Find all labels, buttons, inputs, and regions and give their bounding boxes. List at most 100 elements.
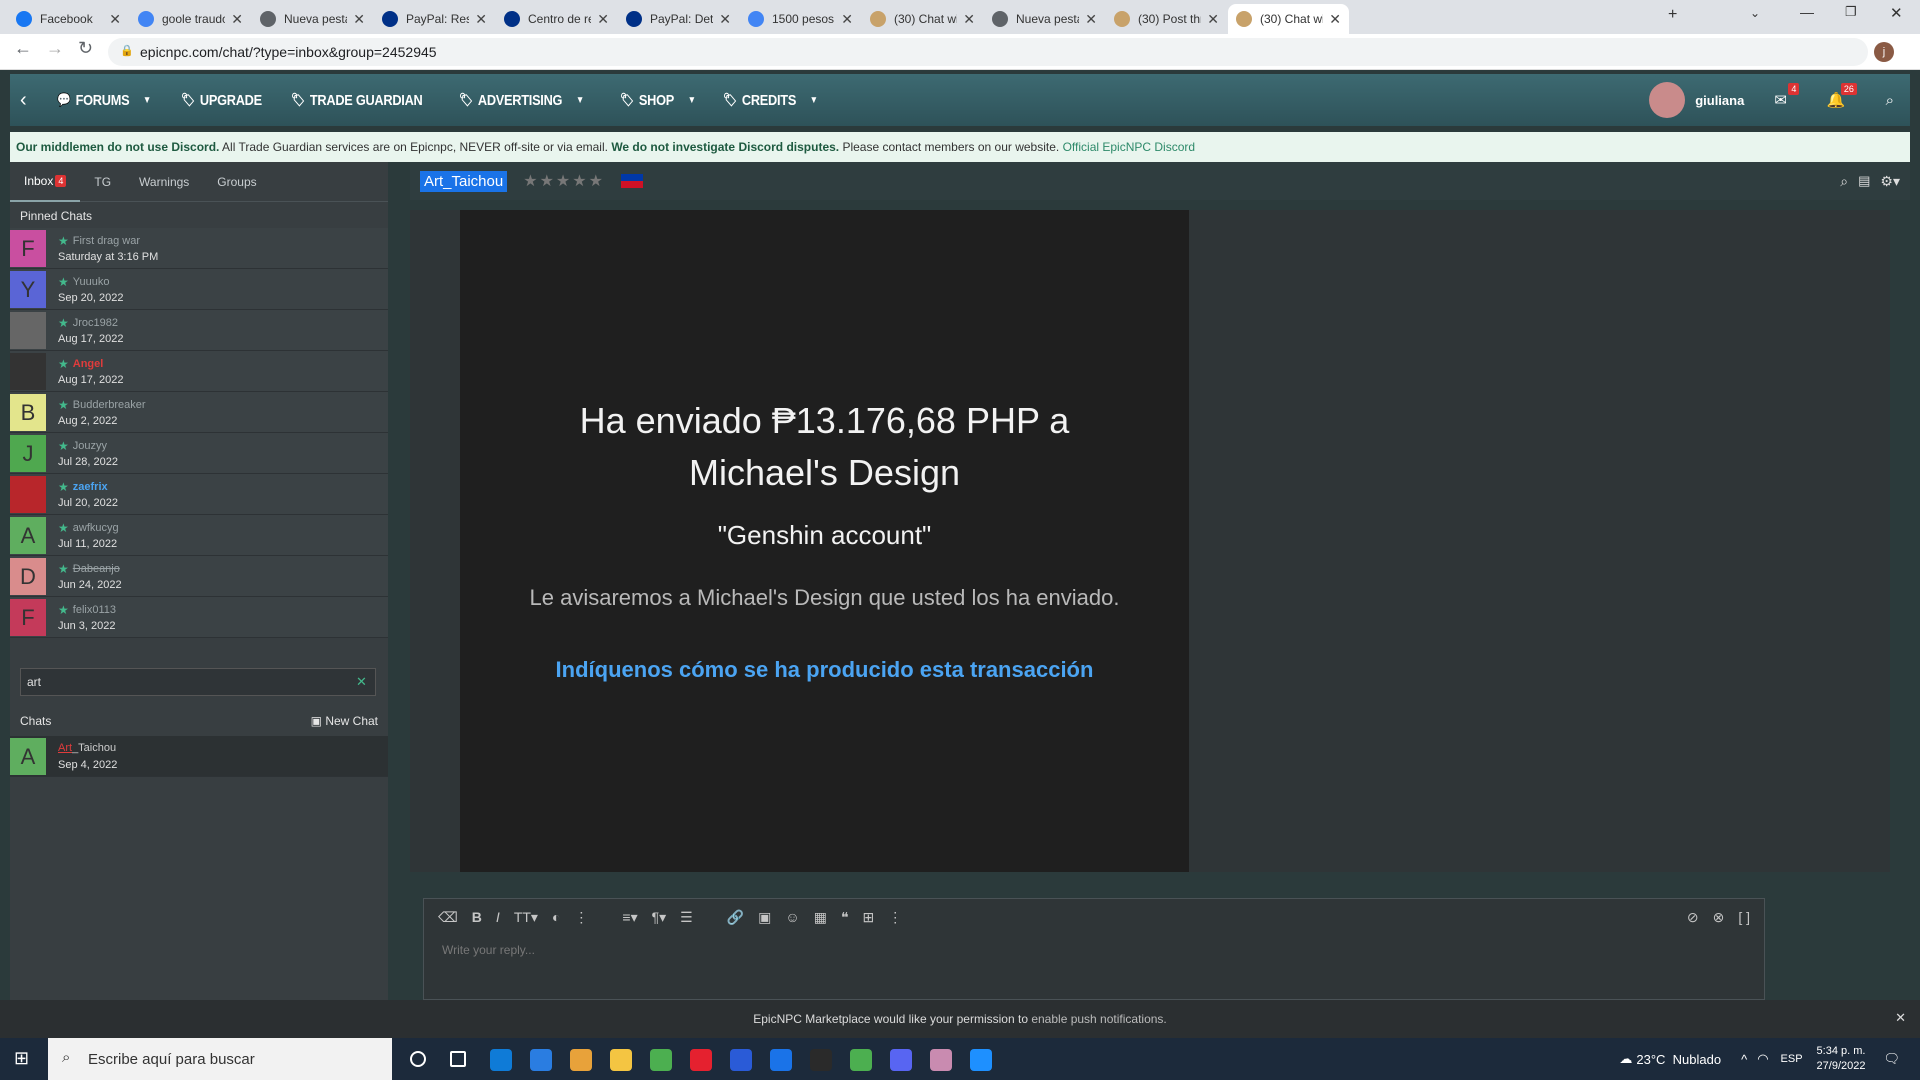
pinned-chat-item[interactable]: A ★ awfkucyg Jul 11, 2022 [10, 515, 388, 556]
clear-format-icon[interactable]: ⌫ [438, 909, 458, 926]
epic-games-icon[interactable] [810, 1049, 832, 1071]
avatar-app-icon[interactable] [930, 1049, 952, 1071]
paragraph-icon[interactable]: ¶▾ [652, 909, 667, 926]
back-chevron-icon[interactable]: ‹ [20, 89, 27, 112]
maximize-button[interactable]: ❐ [1845, 4, 1857, 20]
align-icon[interactable]: ≡▾ [622, 909, 637, 926]
browser-tab[interactable]: (30) Chat with: A ✕ [1228, 4, 1349, 34]
chat-partner-name[interactable]: Art_Taichou [420, 170, 508, 192]
forward-icon[interactable]: → [46, 38, 64, 59]
file-explorer-icon[interactable] [610, 1049, 632, 1071]
pinned-chat-item[interactable]: J ★ Jouzyy Jul 28, 2022 [10, 433, 388, 474]
windows-start-icon[interactable]: ⊞ [14, 1048, 29, 1069]
browser-tab[interactable]: PayPal: Detalles ✕ [618, 4, 739, 34]
pinned-chat-item[interactable]: B ★ Budderbreaker Aug 2, 2022 [10, 392, 388, 433]
pinned-chat-item[interactable]: Y ★ Yuuuko Sep 20, 2022 [10, 269, 388, 310]
chat-search-input[interactable]: art [20, 668, 376, 696]
photos-icon[interactable] [570, 1049, 592, 1071]
url-bar[interactable]: 🔒 epicnpc.com/chat/?type=inbox&group=245… [108, 38, 1868, 66]
table-icon[interactable]: ⊞ [862, 909, 874, 926]
username[interactable]: giuliana [1695, 93, 1744, 108]
wifi-icon[interactable]: ◠ [1757, 1051, 1768, 1067]
photos-app-icon[interactable] [970, 1049, 992, 1071]
browser-tab[interactable]: (30) Post thread ✕ [1106, 4, 1227, 34]
task-view-icon[interactable] [450, 1051, 466, 1067]
taskbar-search-box[interactable]: ⌕ Escribe aquí para buscar [48, 1038, 392, 1080]
close-tab-icon[interactable]: ✕ [475, 11, 487, 28]
nav-forums[interactable]: 💬 FORUMS ▼ [57, 92, 151, 109]
nav-upgrade[interactable]: 🏷 UPGRADE [181, 92, 262, 109]
chrome-icon[interactable] [850, 1049, 872, 1071]
notification-center-icon[interactable]: 🗨 [1883, 1051, 1900, 1067]
close-tab-icon[interactable]: ✕ [841, 11, 853, 28]
browser-tab[interactable]: PayPal: Resumen ✕ [374, 4, 495, 34]
media-icon[interactable]: ▦ [814, 909, 827, 926]
list-icon[interactable]: ☰ [680, 909, 693, 926]
pinned-chat-item[interactable]: F ★ felix0113 Jun 3, 2022 [10, 597, 388, 638]
settings-gear-icon[interactable]: ⚙▾ [1880, 173, 1900, 190]
close-tab-icon[interactable]: ✕ [597, 11, 609, 28]
image-icon[interactable]: ▣ [758, 909, 771, 926]
tab-groups[interactable]: Groups [203, 162, 270, 202]
tab-tg[interactable]: TG [80, 162, 125, 202]
tab-search-icon[interactable]: ⌄ [1750, 6, 1760, 20]
browser-tab[interactable]: Facebook ✕ [8, 4, 129, 34]
chevron-up-icon[interactable]: ^ [1741, 1052, 1747, 1067]
enable-notifications-link[interactable]: enable push notifications. [1031, 1012, 1166, 1026]
toggle-bbcode-icon[interactable]: ⊗ [1713, 909, 1725, 926]
close-tab-icon[interactable]: ✕ [109, 11, 121, 28]
pinned-chat-item[interactable]: ★ Jroc1982 Aug 17, 2022 [10, 310, 388, 351]
pinned-chat-item[interactable]: ★ Angel Aug 17, 2022 [10, 351, 388, 392]
close-tab-icon[interactable]: ✕ [353, 11, 365, 28]
browser-tab[interactable]: Nueva pestaña ✕ [252, 4, 373, 34]
search-chat-icon[interactable]: ⌕ [1840, 173, 1848, 190]
dismiss-notify-icon[interactable]: ✕ [1895, 1010, 1906, 1026]
tab-inbox[interactable]: Inbox 4 [10, 162, 81, 202]
remove-icon[interactable]: ⊘ [1687, 909, 1699, 926]
new-tab-button[interactable]: + [1668, 6, 1677, 24]
new-chat-button[interactable]: ▣ New Chat [311, 714, 378, 728]
mail-icon[interactable]: ✉ 4 [1774, 83, 1800, 109]
more-insert-icon[interactable]: ⋮ [888, 909, 902, 926]
close-window-button[interactable]: ✕ [1890, 4, 1903, 22]
italic-icon[interactable]: I [496, 909, 500, 925]
browser-tab[interactable]: goole traudcoto ✕ [130, 4, 251, 34]
bell-icon[interactable]: 🔔 26 [1827, 83, 1857, 109]
close-tab-icon[interactable]: ✕ [719, 11, 731, 28]
pinned-chat-item[interactable]: F ★ First drag war Saturday at 3:16 PM [10, 228, 388, 269]
more-options-icon[interactable]: ⋮ [574, 909, 588, 926]
chat-item[interactable]: A Art _Taichou Sep 4, 2022 [10, 736, 388, 777]
tab-warnings[interactable]: Warnings [125, 162, 203, 202]
close-tab-icon[interactable]: ✕ [231, 11, 243, 28]
nav-credits[interactable]: 🏷 CREDITS ▼ [723, 92, 818, 109]
close-tab-icon[interactable]: ✕ [1085, 11, 1097, 28]
malwarebytes-icon[interactable] [730, 1049, 752, 1071]
store-icon[interactable] [530, 1049, 552, 1071]
minimize-button[interactable]: — [1800, 4, 1814, 20]
text-size-icon[interactable]: TT▾ [514, 909, 538, 926]
brackets-icon[interactable]: [ ] [1738, 909, 1750, 925]
language-indicator[interactable]: ESP [1781, 1053, 1803, 1065]
mail-icon[interactable] [770, 1049, 792, 1071]
close-tab-icon[interactable]: ✕ [1207, 11, 1219, 28]
close-tab-icon[interactable]: ✕ [1329, 11, 1341, 28]
pinned-chat-item[interactable]: ★ zaefrix Jul 20, 2022 [10, 474, 388, 515]
reply-input[interactable]: Write your reply... [424, 935, 1764, 965]
pinned-chat-item[interactable]: D ★ Dabeanjo Jun 24, 2022 [10, 556, 388, 597]
app-icon[interactable] [650, 1049, 672, 1071]
weather-text[interactable]: 23°C Nublado [1636, 1052, 1721, 1067]
clear-search-icon[interactable]: ✕ [356, 674, 367, 690]
nav-trade-guardian[interactable]: 🏷 TRADE GUARDIAN [291, 92, 423, 109]
user-avatar[interactable] [1649, 82, 1686, 118]
cortana-icon[interactable] [410, 1051, 426, 1067]
search-icon[interactable]: ⌕ [1886, 92, 1894, 109]
browser-tab[interactable]: (30) Chat with: C ✕ [862, 4, 983, 34]
browser-tab[interactable]: Nueva pestaña ✕ [984, 4, 1105, 34]
emoji-icon[interactable]: ☺ [785, 909, 799, 925]
link-icon[interactable]: 🔗 [727, 909, 744, 926]
close-tab-icon[interactable]: ✕ [963, 11, 975, 28]
browser-tab[interactable]: 1500 pesos a do ✕ [740, 4, 861, 34]
clock[interactable]: 5:34 p. m. 27/9/2022 [1817, 1044, 1866, 1074]
color-palette-icon[interactable]: ◐ [552, 909, 560, 925]
profile-avatar[interactable]: j [1874, 42, 1894, 62]
